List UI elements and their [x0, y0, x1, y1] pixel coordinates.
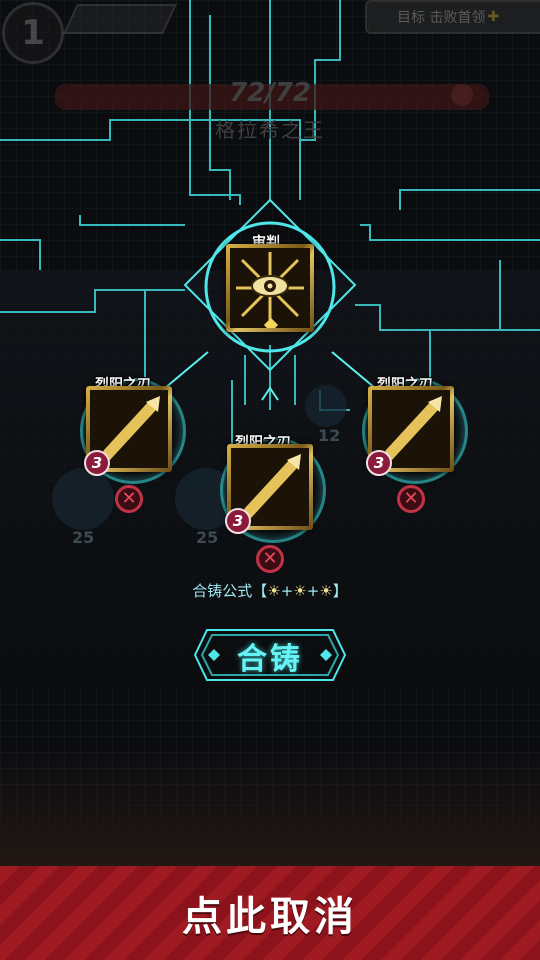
- ingredient-card-center[interactable]: 3: [225, 444, 313, 534]
- remove-left-button[interactable]: ✕: [115, 485, 143, 513]
- enemy-small: [305, 385, 347, 427]
- cancel-bar[interactable]: 点此取消: [0, 866, 540, 960]
- ingredient-left-count: 3: [84, 450, 110, 476]
- enemy-small-hp: 12: [318, 426, 341, 445]
- remove-center-button[interactable]: ✕: [256, 545, 284, 573]
- boss-name: 格拉希之王: [215, 118, 325, 142]
- formula-plus: +: [306, 582, 320, 600]
- eye-sun-icon: [230, 248, 310, 328]
- ingredient-right-count: 3: [366, 450, 392, 476]
- goal-plus-icon: ✚: [487, 9, 500, 25]
- formula-suffix: 】: [332, 582, 348, 600]
- sun-icon: ☀: [267, 582, 281, 600]
- fuse-button-label: 合铸: [237, 642, 303, 677]
- formula-prefix: 合铸公式【: [192, 582, 268, 600]
- player-name-plate: [63, 4, 177, 34]
- ingredient-card-left[interactable]: 3: [84, 386, 172, 476]
- level-badge: 1: [2, 2, 64, 64]
- enemy-left: [52, 468, 114, 530]
- fusion-formula: 合铸公式【☀+☀+☀】: [0, 580, 540, 601]
- boss-hp-text: 72/72: [229, 78, 311, 108]
- level-number: 1: [21, 13, 45, 53]
- ingredient-card-right[interactable]: 3: [366, 386, 454, 476]
- eye-sun-icon-graphic: [236, 252, 304, 324]
- formula-plus: +: [280, 582, 294, 600]
- cancel-label: 点此取消: [182, 894, 358, 940]
- enemy-center-hp: 25: [196, 528, 219, 547]
- enemy-left-hp: 25: [72, 528, 95, 547]
- ingredient-center-count: 3: [225, 508, 251, 534]
- fuse-button[interactable]: 合铸: [197, 628, 343, 682]
- goal-text: 目标 击败首领: [397, 10, 486, 26]
- sun-icon: ☀: [319, 582, 333, 600]
- goal-box: 目标 击败首领 ✚: [365, 0, 540, 34]
- remove-right-button[interactable]: ✕: [397, 485, 425, 513]
- sun-icon: ☀: [293, 582, 307, 600]
- bottom-scene: [0, 740, 540, 870]
- result-card[interactable]: [226, 244, 314, 332]
